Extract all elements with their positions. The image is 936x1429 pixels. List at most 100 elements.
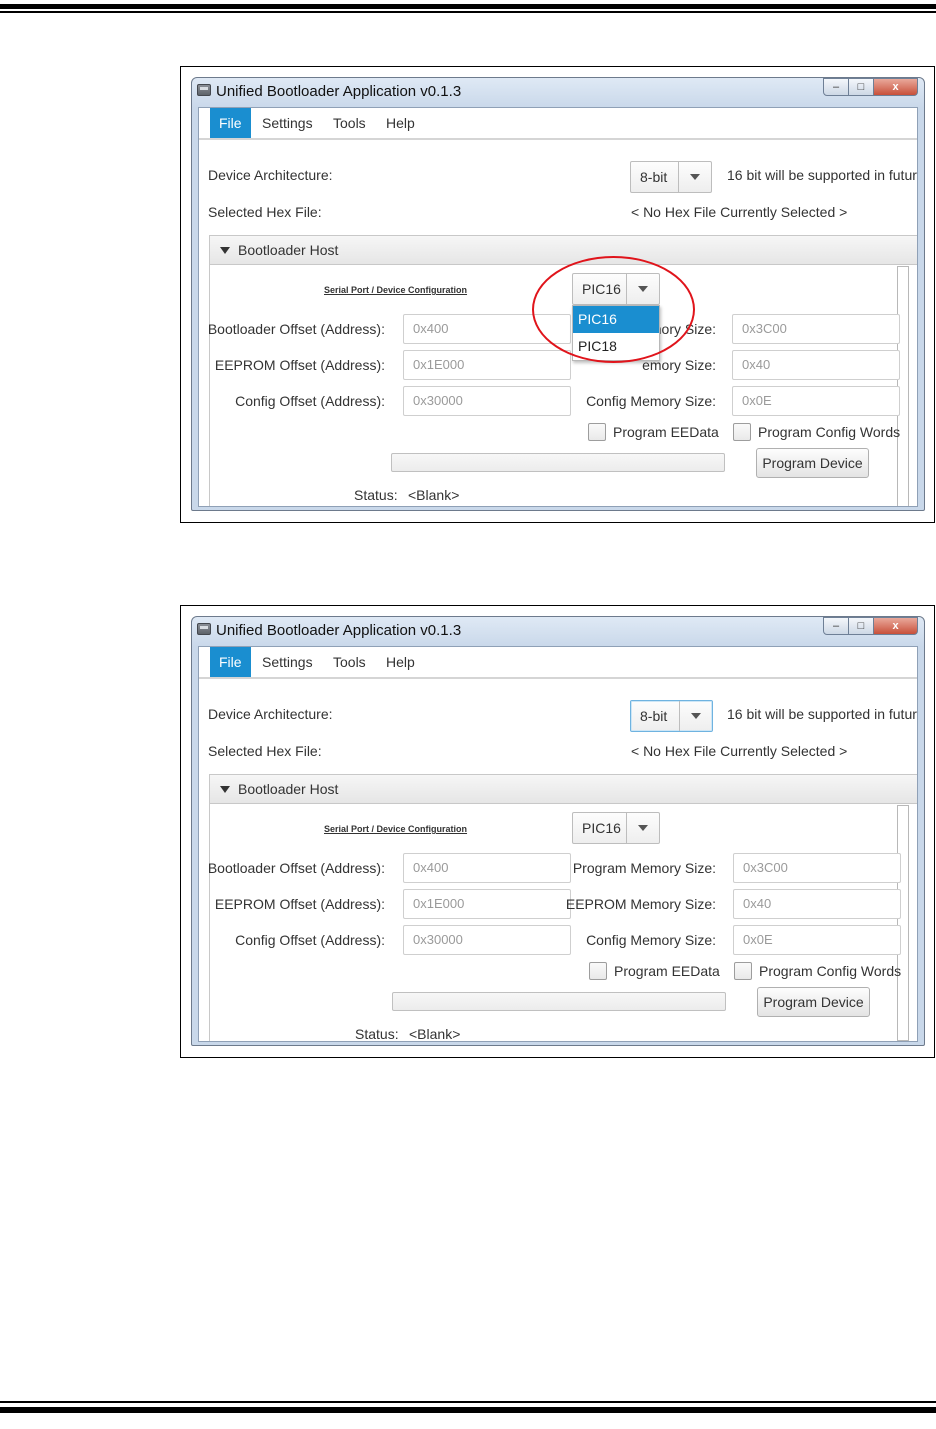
architecture-select[interactable]: 8-bit	[630, 700, 713, 732]
section-title: Bootloader Host	[238, 242, 339, 258]
program-memory-size-field[interactable]: 0x3C00	[732, 314, 900, 344]
architecture-value: 8-bit	[640, 169, 668, 185]
app-window: Unified Bootloader Application v0.1.3 – …	[191, 77, 925, 511]
architecture-value: 8-bit	[640, 708, 668, 724]
program-config-words-checkbox[interactable]	[734, 962, 752, 980]
progress-bar	[391, 453, 725, 472]
eeprom-memory-size-label: EEPROM Memory Size:	[565, 896, 716, 912]
client-area: File Settings Tools Help Device Architec…	[198, 646, 918, 1042]
vertical-scrollbar[interactable]	[897, 805, 909, 1041]
architecture-note: 16 bit will be supported in future	[727, 167, 918, 183]
chevron-down-icon	[638, 825, 648, 831]
device-family-dropdown-button[interactable]	[626, 813, 659, 843]
client-area: File Settings Tools Help Device Architec…	[198, 107, 918, 507]
minimize-icon[interactable]: –	[823, 78, 849, 96]
collapse-triangle-icon	[220, 786, 230, 793]
menu-settings[interactable]: Settings	[253, 108, 322, 138]
menu-tools[interactable]: Tools	[324, 647, 375, 677]
program-config-words-label: Program Config Words	[758, 424, 901, 440]
app-window: Unified Bootloader Application v0.1.3 – …	[191, 616, 925, 1046]
bottom-rule	[0, 1407, 936, 1413]
section-title: Bootloader Host	[238, 781, 339, 797]
config-memory-size-label: Config Memory Size:	[586, 932, 716, 948]
minimize-icon[interactable]: –	[823, 617, 849, 635]
bootloader-host-header[interactable]: Bootloader Host	[209, 774, 917, 804]
eeprom-offset-label: EEPROM Offset (Address):	[214, 357, 385, 373]
device-architecture-label: Device Architecture:	[208, 706, 333, 722]
status-value: <Blank>	[409, 1026, 461, 1042]
config-offset-field[interactable]: 0x30000	[403, 925, 571, 955]
menu-bar: File Settings Tools Help	[199, 108, 917, 140]
selected-hex-value: < No Hex File Currently Selected >	[631, 204, 848, 220]
selected-hex-label: Selected Hex File:	[208, 204, 322, 220]
status-value: <Blank>	[408, 487, 460, 503]
title-bar[interactable]: Unified Bootloader Application v0.1.3 – …	[192, 78, 924, 104]
program-config-words-checkbox[interactable]	[733, 423, 751, 441]
eeprom-offset-field[interactable]: 0x1E000	[403, 350, 571, 380]
maximize-icon[interactable]: □	[849, 78, 874, 96]
architecture-dropdown-button[interactable]	[678, 162, 711, 192]
bootloader-offset-field[interactable]: 0x400	[403, 853, 571, 883]
app-icon	[197, 623, 211, 635]
bottom-rule-thin	[0, 1401, 936, 1403]
menu-help[interactable]: Help	[377, 108, 424, 138]
chevron-down-icon	[691, 713, 701, 719]
eeprom-memory-size-field[interactable]: 0x40	[732, 350, 900, 380]
window-controls: – □ x	[823, 78, 918, 98]
figure-2: Unified Bootloader Application v0.1.3 – …	[180, 605, 935, 1058]
eeprom-offset-field[interactable]: 0x1E000	[403, 889, 571, 919]
figure-1: Unified Bootloader Application v0.1.3 – …	[180, 66, 935, 523]
maximize-icon[interactable]: □	[849, 617, 874, 635]
menu-help[interactable]: Help	[377, 647, 424, 677]
menu-file[interactable]: File	[210, 108, 251, 138]
progress-bar	[392, 992, 726, 1011]
close-icon[interactable]: x	[874, 78, 918, 96]
collapse-triangle-icon	[220, 247, 230, 254]
architecture-note: 16 bit will be supported in future	[727, 706, 918, 722]
annotation-ellipse	[532, 256, 695, 363]
eeprom-offset-label: EEPROM Offset (Address):	[214, 896, 385, 912]
device-family-value: PIC16	[582, 820, 621, 836]
eeprom-memory-size-field[interactable]: 0x40	[733, 889, 901, 919]
status-label: Status:	[354, 487, 398, 503]
status-label: Status:	[355, 1026, 399, 1042]
menu-settings[interactable]: Settings	[253, 647, 322, 677]
program-eedata-checkbox[interactable]	[589, 962, 607, 980]
program-memory-size-field[interactable]: 0x3C00	[733, 853, 901, 883]
window-title: Unified Bootloader Application v0.1.3	[216, 622, 462, 639]
serial-config-link[interactable]: Serial Port / Device Configuration	[324, 285, 467, 295]
serial-config-link[interactable]: Serial Port / Device Configuration	[324, 824, 467, 834]
window-controls: – □ x	[823, 617, 918, 637]
program-device-button[interactable]: Program Device	[756, 448, 869, 478]
selected-hex-label: Selected Hex File:	[208, 743, 322, 759]
close-icon[interactable]: x	[874, 617, 918, 635]
top-rule-thin	[0, 11, 936, 13]
window-title: Unified Bootloader Application v0.1.3	[216, 83, 462, 100]
program-config-words-label: Program Config Words	[759, 963, 902, 979]
device-architecture-label: Device Architecture:	[208, 167, 333, 183]
chevron-down-icon	[690, 174, 700, 180]
menu-tools[interactable]: Tools	[324, 108, 375, 138]
menu-bar: File Settings Tools Help	[199, 647, 917, 679]
title-bar[interactable]: Unified Bootloader Application v0.1.3 – …	[192, 617, 924, 643]
config-offset-label: Config Offset (Address):	[235, 932, 385, 948]
config-offset-field[interactable]: 0x30000	[403, 386, 571, 416]
selected-hex-value: < No Hex File Currently Selected >	[631, 743, 848, 759]
config-offset-label: Config Offset (Address):	[235, 393, 385, 409]
program-device-button[interactable]: Program Device	[757, 987, 870, 1017]
menu-file[interactable]: File	[210, 647, 251, 677]
program-memory-size-label: Program Memory Size:	[572, 860, 716, 876]
config-memory-size-field[interactable]: 0x0E	[733, 925, 901, 955]
program-eedata-label: Program EEData	[613, 424, 719, 440]
bootloader-host-header[interactable]: Bootloader Host	[209, 235, 917, 265]
architecture-dropdown-button[interactable]	[679, 701, 712, 731]
top-rule	[0, 4, 936, 9]
bootloader-offset-label: Bootloader Offset (Address):	[207, 860, 385, 876]
program-eedata-checkbox[interactable]	[588, 423, 606, 441]
device-family-select[interactable]: PIC16	[572, 812, 660, 844]
config-memory-size-field[interactable]: 0x0E	[732, 386, 900, 416]
app-icon	[197, 84, 211, 96]
program-eedata-label: Program EEData	[614, 963, 720, 979]
architecture-select[interactable]: 8-bit	[630, 161, 712, 193]
bootloader-offset-label: Bootloader Offset (Address):	[207, 321, 385, 337]
